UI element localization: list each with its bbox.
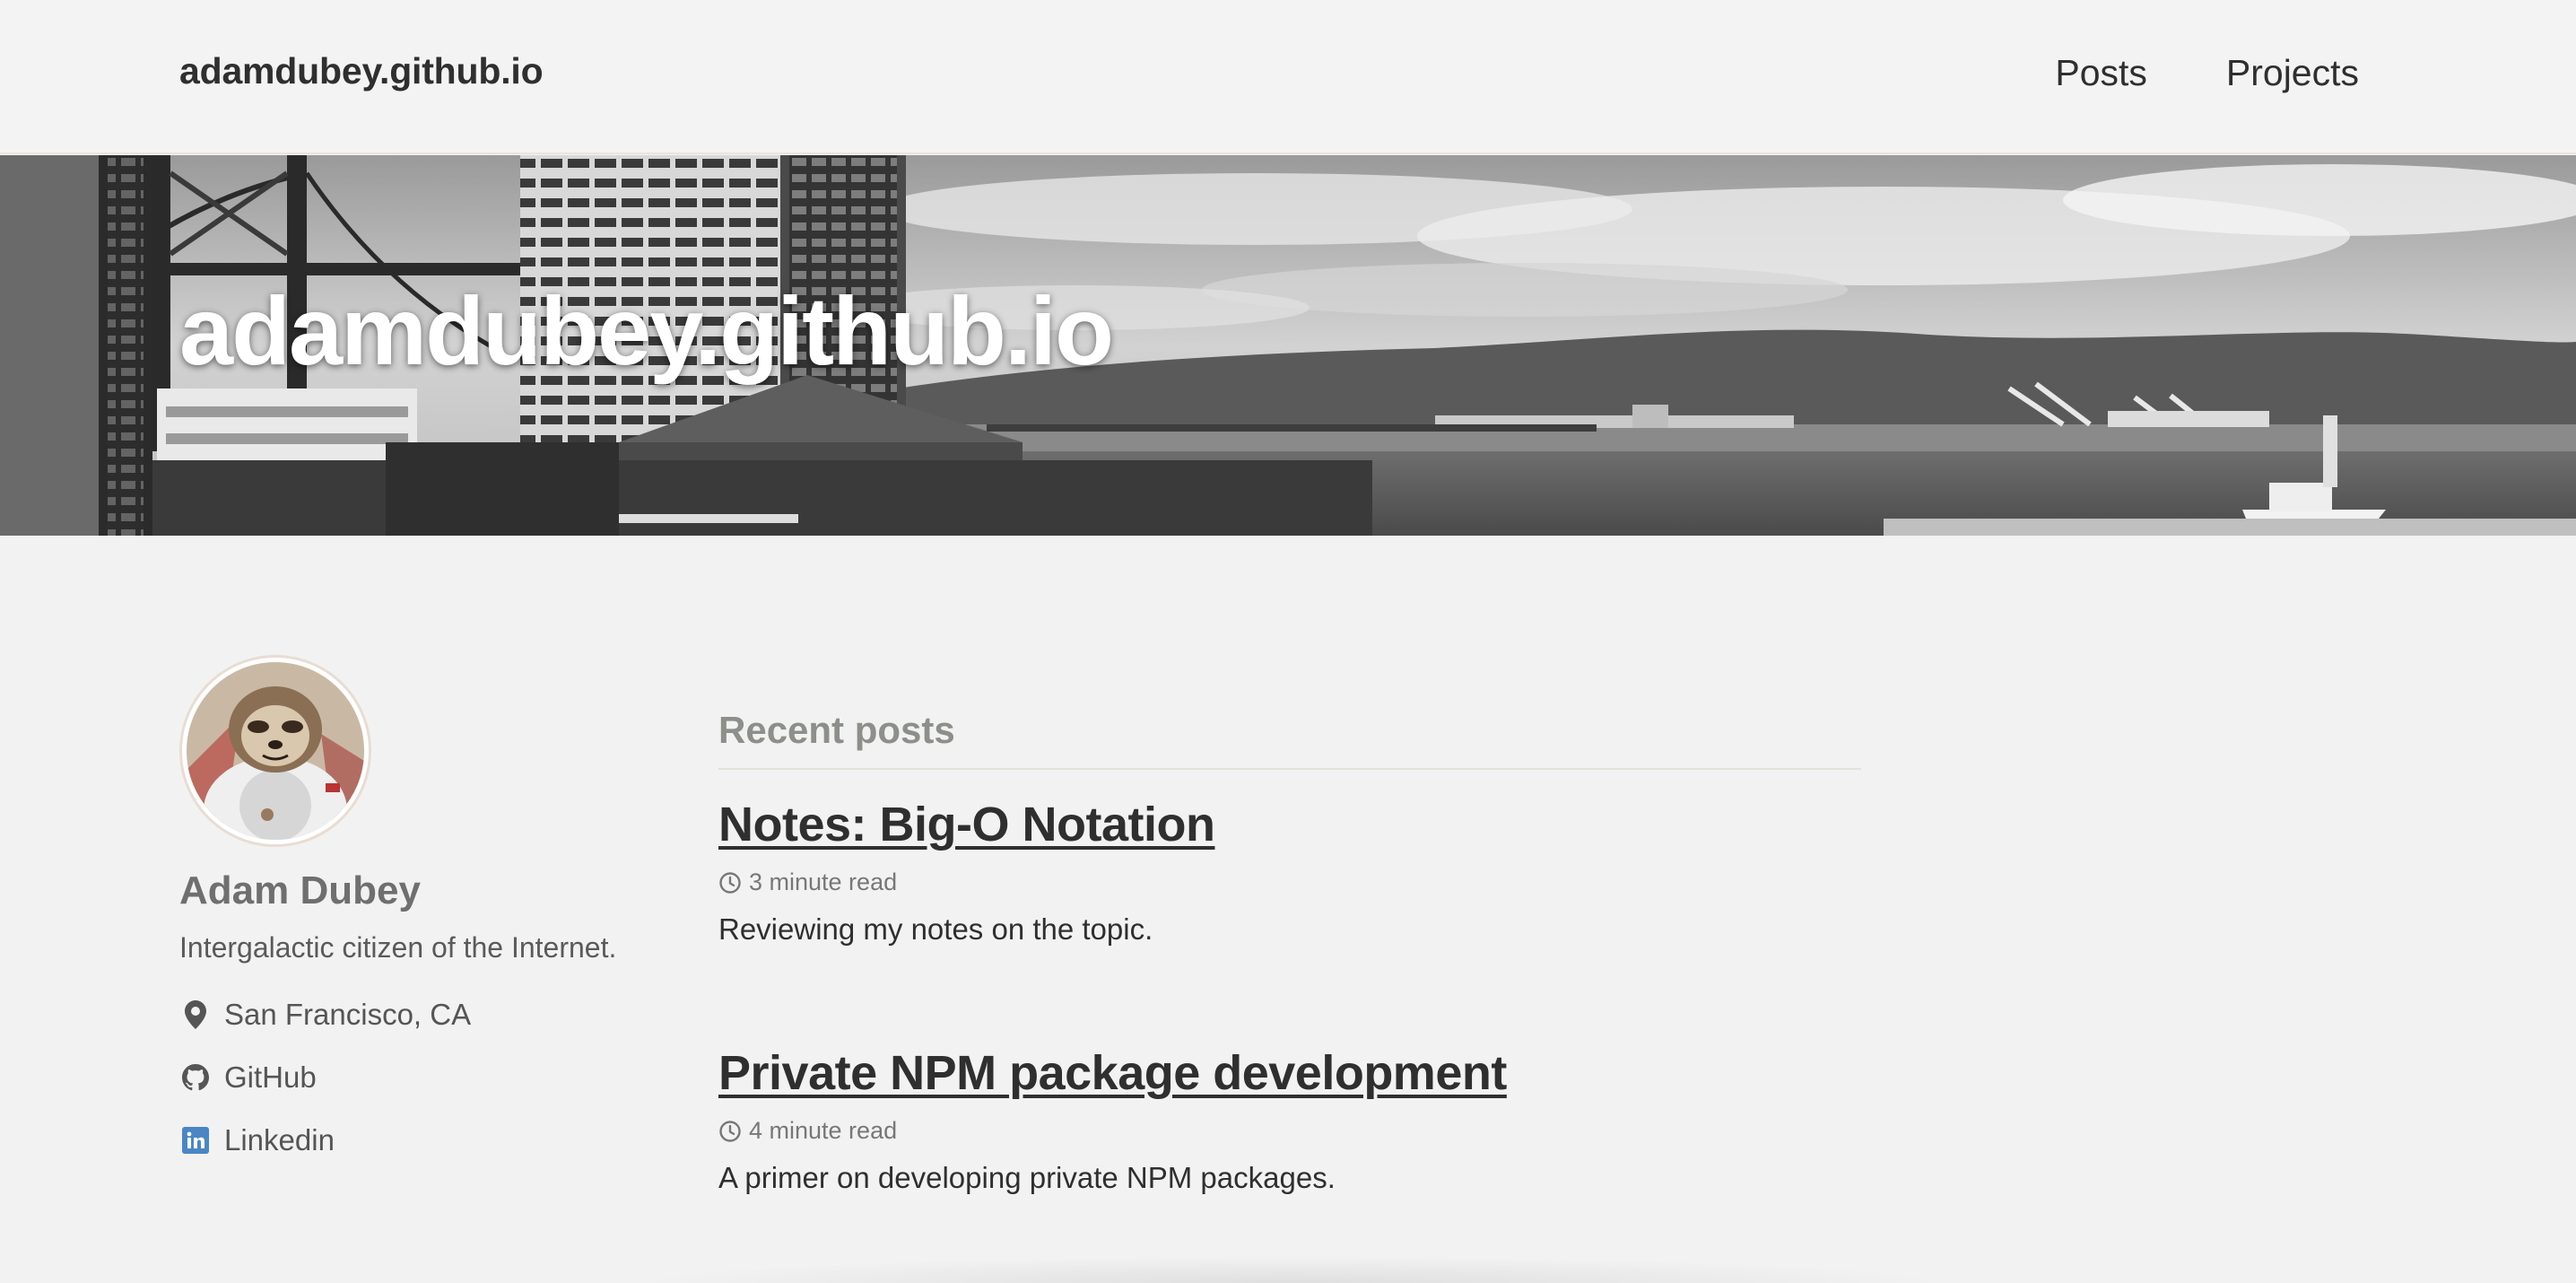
post-item: Notes: Big-O Notation 3 minute read Revi… — [718, 797, 1861, 947]
recent-posts: Recent posts Notes: Big-O Notation 3 min… — [718, 709, 1861, 1195]
author-linkedin-label: Linkedin — [224, 1123, 335, 1156]
hero-banner: adamdubey.github.io — [0, 155, 2576, 536]
linkedin-icon — [179, 1124, 212, 1156]
site-title-link[interactable]: adamdubey.github.io — [179, 50, 544, 92]
author-links: San Francisco, CA GitHub Linkedin — [179, 998, 682, 1156]
post-read-time: 3 minute read — [718, 868, 1861, 896]
author-avatar — [179, 655, 371, 847]
post-excerpt: A primer on developing private NPM packa… — [718, 1161, 1336, 1194]
post-item: Private NPM package development 4 minute… — [718, 1045, 1861, 1195]
clock-icon — [718, 1120, 742, 1143]
post-read-time-label: 4 minute read — [749, 1117, 898, 1144]
author-bio: Intergalactic citizen of the Internet. — [179, 931, 617, 964]
post-title-link[interactable]: Notes: Big-O Notation — [718, 797, 1215, 852]
map-marker-icon — [179, 999, 212, 1031]
masthead: adamdubey.github.io Posts Projects — [0, 0, 2576, 154]
post-read-time-label: 3 minute read — [749, 868, 898, 895]
section-title: Recent posts — [718, 709, 1861, 770]
post-read-time: 4 minute read — [718, 1117, 1861, 1145]
author-sidebar: Adam Dubey Intergalactic citizen of the … — [179, 655, 682, 1187]
github-icon — [179, 1061, 212, 1094]
main-nav: Posts Projects — [2055, 52, 2359, 94]
nav-item-posts[interactable]: Posts — [2055, 52, 2147, 94]
nav-item-projects[interactable]: Projects — [2226, 52, 2359, 94]
sloth-astronaut-image — [187, 662, 364, 840]
author-github-label: GitHub — [224, 1060, 317, 1094]
hero-title: adamdubey.github.io — [179, 276, 1114, 385]
post-title-link[interactable]: Private NPM package development — [718, 1045, 1507, 1101]
author-link-linkedin[interactable]: Linkedin — [179, 1123, 682, 1156]
author-location: San Francisco, CA — [179, 998, 682, 1031]
page-bottom-shadow — [628, 1256, 1955, 1283]
author-link-github[interactable]: GitHub — [179, 1060, 682, 1094]
post-excerpt: Reviewing my notes on the topic. — [718, 912, 1153, 946]
author-name: Adam Dubey — [179, 868, 421, 912]
author-location-label: San Francisco, CA — [224, 998, 472, 1031]
clock-icon — [718, 871, 742, 895]
